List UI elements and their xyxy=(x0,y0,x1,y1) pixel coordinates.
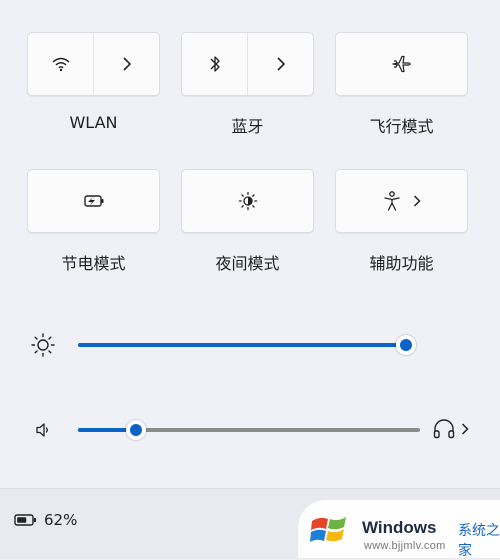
wlan-tile xyxy=(27,32,160,96)
battery-saver-icon xyxy=(83,195,103,207)
windows-logo-icon xyxy=(310,517,346,542)
bluetooth-tile xyxy=(181,32,314,96)
wifi-icon xyxy=(52,57,69,72)
accessibility-tile[interactable] xyxy=(335,169,468,233)
audio-output-button[interactable] xyxy=(432,418,470,440)
watermark: Windows 系统之家 www.bjjmlv.com xyxy=(298,500,500,559)
airplane-mode-tile[interactable] xyxy=(335,32,468,96)
brightness-slider-row xyxy=(28,330,478,360)
wlan-label: WLAN xyxy=(69,113,118,132)
wlan-expand-button[interactable] xyxy=(94,33,159,95)
watermark-title: Windows xyxy=(362,518,437,537)
accessibility-label: 辅助功能 xyxy=(369,254,434,273)
brightness-icon xyxy=(31,333,55,357)
quick-settings-panel: WLAN 蓝牙 飞行模式 节电模式 夜间模式 辅助功能 xyxy=(0,0,500,500)
volume-slider-row xyxy=(28,415,478,445)
night-light-tile[interactable] xyxy=(181,169,314,233)
volume-slider-thumb[interactable] xyxy=(126,420,147,440)
battery-icon xyxy=(14,514,36,526)
accessibility-icon xyxy=(383,191,400,211)
volume-button[interactable] xyxy=(28,415,58,445)
airplane-mode-label: 飞行模式 xyxy=(369,117,434,136)
airplane-mode-button[interactable] xyxy=(336,33,467,95)
night-light-icon xyxy=(238,191,257,211)
chevron-right-icon xyxy=(122,57,131,71)
accessibility-button[interactable] xyxy=(336,170,467,232)
battery-saver-tile[interactable] xyxy=(27,169,160,233)
brightness-slider-thumb[interactable] xyxy=(396,335,416,355)
airplane-icon xyxy=(391,55,411,73)
bluetooth-expand-button[interactable] xyxy=(248,33,313,95)
volume-slider[interactable] xyxy=(78,420,420,440)
brightness-slider-fill xyxy=(78,343,406,347)
night-light-button[interactable] xyxy=(182,170,313,232)
watermark-subtitle: 系统之家 xyxy=(458,523,500,559)
battery-saver-label: 节电模式 xyxy=(61,254,126,273)
bluetooth-toggle-button[interactable] xyxy=(182,33,247,95)
bluetooth-label: 蓝牙 xyxy=(231,117,264,136)
battery-saver-button[interactable] xyxy=(28,170,159,232)
brightness-icon-wrap xyxy=(28,330,58,360)
chevron-right-icon xyxy=(461,423,469,435)
chevron-right-icon xyxy=(276,57,285,71)
battery-percentage: 62% xyxy=(44,511,78,529)
battery-status[interactable]: 62% xyxy=(14,511,77,529)
watermark-url: www.bjjmlv.com xyxy=(364,540,446,552)
bluetooth-icon xyxy=(210,56,220,72)
speaker-icon xyxy=(36,423,48,437)
chevron-right-icon xyxy=(413,195,421,207)
brightness-slider[interactable] xyxy=(78,335,416,355)
headphones-icon xyxy=(433,419,455,439)
wlan-toggle-button[interactable] xyxy=(28,33,93,95)
night-light-label: 夜间模式 xyxy=(215,254,280,273)
